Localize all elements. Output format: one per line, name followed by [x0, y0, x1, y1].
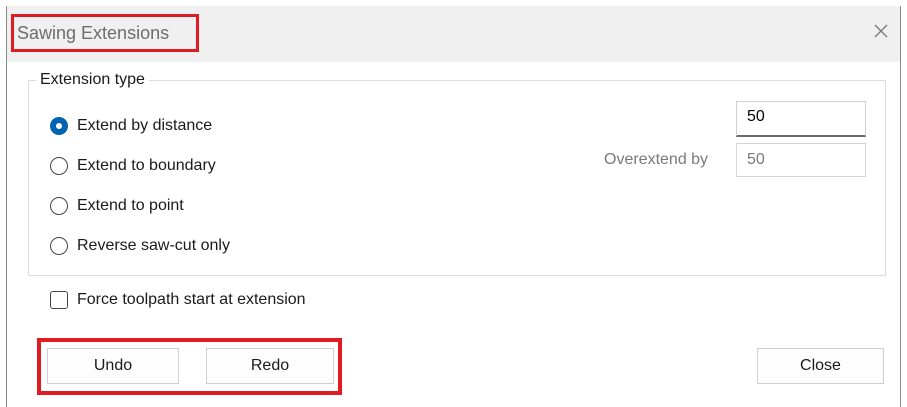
radio-reverse-saw-cut-only[interactable]: Reverse saw-cut only [50, 237, 230, 255]
redo-button[interactable]: Redo [206, 348, 334, 384]
radio-button[interactable] [50, 197, 68, 215]
undo-button[interactable]: Undo [47, 348, 179, 384]
radio-label: Reverse saw-cut only [77, 237, 230, 254]
close-icon[interactable] [870, 20, 892, 42]
distance-input[interactable]: 50 [736, 101, 866, 137]
radio-label: Extend by distance [77, 117, 213, 134]
radio-extend-by-distance[interactable]: Extend by distance [50, 117, 212, 135]
radio-label: Extend to boundary [77, 157, 216, 174]
title-bar: Sawing Extensions [7, 6, 900, 62]
radio-extend-to-boundary[interactable]: Extend to boundary [50, 157, 216, 175]
force-toolpath-start-checkbox[interactable]: Force toolpath start at extension [50, 291, 306, 309]
checkbox-box[interactable] [50, 291, 68, 309]
overextend-input: 50 [736, 143, 866, 177]
radio-button-checked[interactable] [50, 117, 68, 135]
radio-extend-to-point[interactable]: Extend to point [50, 197, 184, 215]
overextend-label: Overextend by [604, 151, 709, 168]
extension-type-label: Extension type [36, 70, 149, 90]
radio-label: Extend to point [77, 197, 184, 214]
radio-button[interactable] [50, 157, 68, 175]
window-title: Sawing Extensions [11, 14, 199, 52]
checkbox-label: Force toolpath start at extension [77, 291, 306, 308]
close-button[interactable]: Close [757, 348, 884, 384]
radio-button[interactable] [50, 237, 68, 255]
